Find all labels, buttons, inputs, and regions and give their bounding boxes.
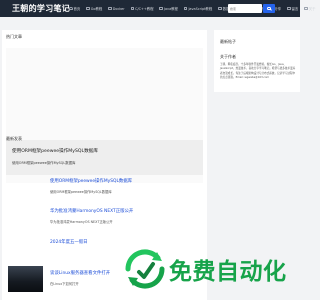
message-icon (287, 6, 291, 11)
about-text: 王朝，网名痕齐，十多年软件开发经验，擅长Go、Java、JavaScript，热… (220, 63, 296, 80)
nav-item-about[interactable]: 关于 (301, 0, 318, 17)
site-brand[interactable]: 王朝的学习笔记 (12, 3, 70, 14)
nav-item-cpp[interactable]: C/C++教程 (128, 0, 157, 17)
nav-item-javascript[interactable]: JavaScript教程 (181, 0, 215, 17)
nav-label: Docker (112, 6, 125, 11)
nav-item-go[interactable]: Go教程 (83, 0, 105, 17)
database-icon (218, 6, 222, 11)
nav-label: C/C++教程 (135, 7, 154, 11)
home-icon (69, 6, 73, 11)
list-item[interactable]: 华为批准鸿蒙HarmonyOS NEXT正版公开 华为批准鸿蒙HarmonyOS… (6, 208, 203, 238)
search-input[interactable] (230, 5, 260, 12)
nav-item-message[interactable]: 留言 (284, 0, 301, 17)
featured-article[interactable]: 使用ORM框架peewee操作MySQL数据库 使用ORM框架peewee操作M… (6, 48, 203, 183)
about-title: 关于作者 (220, 54, 236, 59)
sidebar-about: 最新帖子 关于作者 王朝，网名痕齐，十多年软件开发经验，擅长Go、Java、Ja… (214, 30, 300, 92)
featured-subtitle: 使用ORM框架peewee操作MySQL数据库 (12, 161, 76, 165)
search-icon (267, 6, 271, 11)
post-thumbnail[interactable] (8, 266, 43, 292)
search-box (228, 4, 262, 13)
nav-label: Java教程 (163, 7, 178, 11)
book-icon (159, 6, 163, 11)
post-summary: 使用ORM框架peewee操作MySQL数据库 (50, 190, 112, 194)
nav-label: 首页 (73, 7, 81, 11)
hot-articles-title: 热门文章 (6, 34, 22, 39)
watermark-text: 免费自动化 (169, 259, 287, 285)
post-title[interactable]: 谈谈Linux服务器查看文件打开 (50, 270, 110, 276)
nav-item-home[interactable]: 首页 (66, 0, 83, 17)
featured-caption: 使用ORM框架peewee操作MySQL数据库 使用ORM框架peewee操作M… (6, 140, 203, 175)
book-icon (86, 6, 90, 11)
book-icon (108, 6, 112, 11)
latest-posts-title: 最新发表 (6, 136, 22, 141)
post-summary: 在Linux下如何打开 (50, 282, 79, 286)
book-icon (130, 6, 135, 11)
post-title[interactable]: 华为批准鸿蒙HarmonyOS NEXT正版公开 (50, 208, 133, 214)
search-button[interactable] (263, 4, 275, 13)
user-icon (304, 6, 308, 11)
post-summary: 华为批准鸿蒙HarmonyOS NEXT正版公开 (50, 220, 113, 224)
nav-label: 关于 (308, 7, 316, 11)
nav-item-docker[interactable]: Docker (105, 0, 127, 17)
nav-label: 留言 (291, 7, 299, 11)
list-item[interactable]: 使用ORM框架peewee操作MySQL数据库 使用ORM框架peewee操作M… (6, 178, 203, 208)
featured-title[interactable]: 使用ORM框架peewee操作MySQL数据库 (12, 148, 98, 154)
main-nav: 首页 Go教程 Docker C/C++教程 Java教程 JavaScript… (66, 0, 319, 17)
nav-label: JavaScript教程 (188, 7, 213, 11)
watermark-logo: 免费自动化 (118, 238, 300, 300)
nav-label: Go教程 (90, 7, 103, 11)
nav-item-java[interactable]: Java教程 (156, 0, 180, 17)
book-icon (183, 6, 188, 11)
watermark-mark-icon (124, 248, 166, 290)
post-title[interactable]: 2024年度五一假日 (50, 239, 88, 245)
sidebar-label: 最新帖子 (220, 39, 236, 44)
post-title[interactable]: 使用ORM框架peewee操作MySQL数据库 (50, 178, 132, 184)
